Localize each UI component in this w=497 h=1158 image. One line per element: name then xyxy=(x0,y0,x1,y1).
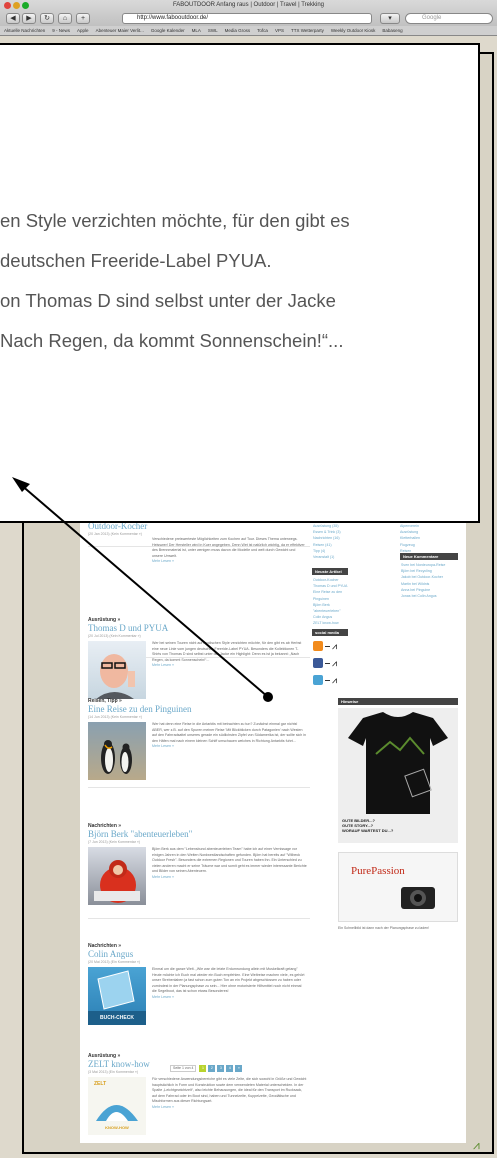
pointer-line xyxy=(19,483,269,698)
pointer-dot xyxy=(263,692,273,702)
zoom-pointer xyxy=(12,477,273,702)
